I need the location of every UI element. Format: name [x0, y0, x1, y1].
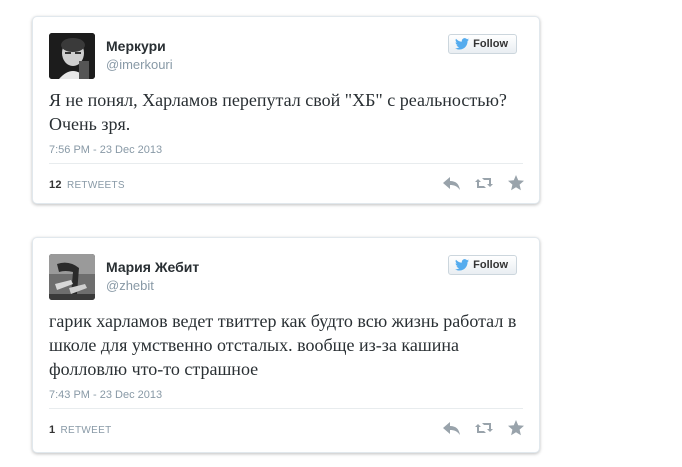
twitter-bird-icon [455, 259, 470, 271]
avatar[interactable] [49, 254, 95, 300]
retweet-icon[interactable] [475, 175, 493, 191]
reply-icon[interactable] [443, 420, 461, 436]
author-handle[interactable]: @zhebit [106, 278, 154, 293]
follow-label: Follow [473, 259, 508, 271]
retweet-count: 12 [49, 179, 62, 191]
divider [49, 163, 523, 164]
tweet-timestamp[interactable]: 7:43 PM - 23 Dec 2013 [49, 389, 162, 401]
retweet-label: RETWEETS [66, 180, 125, 191]
author-name[interactable]: Меркури [106, 38, 166, 54]
tweet-actions [443, 175, 525, 191]
star-icon[interactable] [507, 175, 525, 191]
author-name[interactable]: Мария Жебит [106, 259, 199, 275]
author-handle[interactable]: @imerkouri [106, 57, 173, 72]
twitter-bird-icon [455, 38, 470, 50]
follow-label: Follow [473, 38, 508, 50]
retweet-count: 1 [49, 424, 56, 436]
tweet-card: Мария Жебит @zhebit Follow гарик харламо… [32, 237, 540, 453]
tweet-text: Я не понял, Харламов перепутал свой "ХБ"… [49, 90, 507, 134]
follow-button[interactable]: Follow [448, 255, 517, 275]
reply-icon[interactable] [443, 175, 461, 191]
tweet-card: Меркури @imerkouri Follow Я не понял, Ха… [32, 16, 540, 204]
star-icon[interactable] [507, 420, 525, 436]
tweet-timestamp[interactable]: 7:56 PM - 23 Dec 2013 [49, 144, 162, 156]
divider [49, 408, 523, 409]
avatar[interactable] [49, 33, 95, 79]
follow-button[interactable]: Follow [448, 34, 517, 54]
tweet-text: гарик харламов ведет твиттер как будто в… [49, 311, 517, 379]
retweet-stats[interactable]: 1 RETWEET [49, 424, 112, 436]
retweet-icon[interactable] [475, 420, 493, 436]
tweet-actions [443, 420, 525, 436]
retweet-label: RETWEET [60, 425, 112, 436]
retweet-stats[interactable]: 12 RETWEETS [49, 179, 125, 191]
